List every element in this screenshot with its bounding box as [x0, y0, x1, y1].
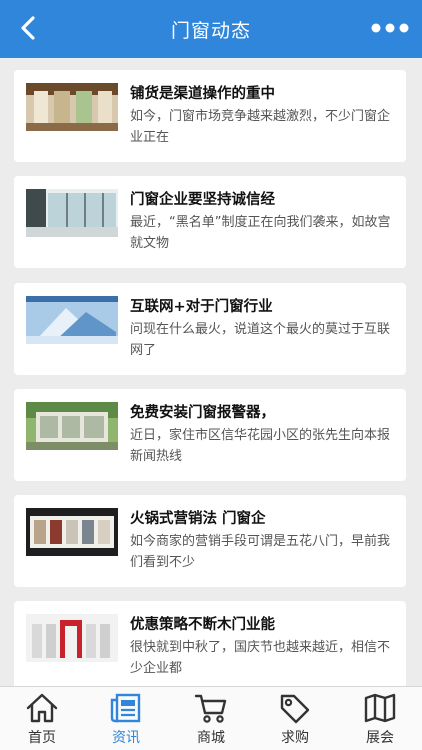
tab-label: 求购 — [281, 730, 309, 746]
tag-icon — [280, 694, 310, 724]
tab-label: 展会 — [366, 730, 394, 746]
page-title: 门窗动态 — [170, 20, 251, 42]
article-summary: 最近，“黑名单”制度正在向我们袭来，如故宫就文物 — [130, 215, 391, 251]
tab-expo[interactable]: 展会 — [338, 687, 422, 750]
map-icon — [364, 693, 396, 723]
article-summary: 很快就到中秋了，国庆节也越来越近，相信不少企业都 — [130, 640, 391, 676]
article-title: 门窗企业要坚持诚信经 — [130, 192, 275, 208]
tab-label: 首页 — [28, 730, 56, 746]
article-thumbnail — [26, 83, 118, 131]
article-thumbnail — [26, 508, 118, 556]
article-summary: 问现在什么最火，说道这个最火的莫过于互联网了 — [130, 322, 391, 358]
article-card[interactable]: 优惠策略不断木门业能 很快就到中秋了，国庆节也越来越近，相信不少企业都 — [14, 601, 406, 686]
tab-news[interactable]: 资讯 — [84, 687, 168, 750]
app-header: 门窗动态 — [0, 0, 422, 58]
tab-label: 资讯 — [112, 730, 140, 746]
article-thumbnail — [26, 402, 118, 450]
article-card[interactable]: 火锅式营销法 门窗企 如今商家的营销手段可谓是五花八门，早前我们看到不少 — [14, 495, 406, 587]
tab-buy[interactable]: 求购 — [253, 687, 337, 750]
home-icon — [26, 693, 58, 723]
article-card[interactable]: 互联网+对于门窗行业 问现在什么最火，说道这个最火的莫过于互联网了 — [14, 283, 406, 375]
article-thumbnail — [26, 296, 118, 344]
article-list: 铺货是渠道操作的重中 如今，门窗市场竞争越来越激烈，不少门窗企业正在 门窗企业要… — [0, 58, 422, 686]
article-summary: 如今，门窗市场竞争越来越激烈，不少门窗企业正在 — [130, 109, 391, 145]
article-card[interactable]: 铺货是渠道操作的重中 如今，门窗市场竞争越来越激烈，不少门窗企业正在 — [14, 70, 406, 162]
article-card[interactable]: 门窗企业要坚持诚信经 最近，“黑名单”制度正在向我们袭来，如故宫就文物 — [14, 176, 406, 268]
tab-home[interactable]: 首页 — [0, 687, 84, 750]
article-thumbnail — [26, 189, 118, 237]
article-card[interactable]: 免费安装门窗报警器， 近日，家住市区信华花园小区的张先生向本报新闻热线 — [14, 389, 406, 481]
article-thumbnail — [26, 614, 118, 662]
article-title: 优惠策略不断木门业能 — [130, 617, 275, 633]
article-summary: 近日，家住市区信华花园小区的张先生向本报新闻热线 — [130, 428, 391, 464]
article-title: 火锅式营销法 门窗企 — [130, 511, 266, 527]
tab-label: 商城 — [197, 730, 225, 746]
article-title: 铺货是渠道操作的重中 — [130, 86, 275, 102]
tab-mall[interactable]: 商城 — [169, 687, 253, 750]
bottom-tab-bar: 首页 资讯 商城 求购 展会 — [0, 686, 422, 750]
news-icon — [110, 693, 141, 723]
more-dots-icon[interactable] — [368, 16, 412, 40]
cart-icon — [194, 694, 227, 723]
article-title: 互联网+对于门窗行业 — [130, 299, 273, 315]
article-title: 免费安装门窗报警器， — [130, 405, 275, 421]
article-summary: 如今商家的营销手段可谓是五花八门，早前我们看到不少 — [130, 534, 391, 570]
